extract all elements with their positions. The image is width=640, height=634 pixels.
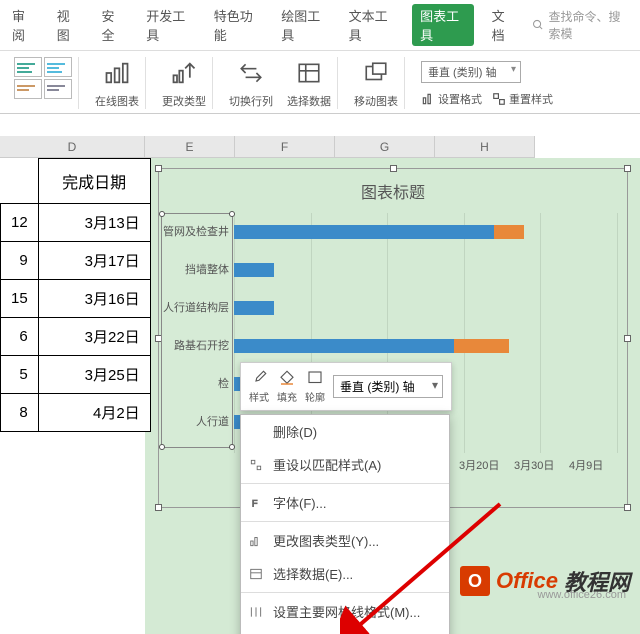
online-chart-button[interactable]: 在线图表 [95,57,139,109]
move-chart-button[interactable]: 移动图表 [354,57,398,109]
menu-minor-gridlines[interactable]: 设置次要网格线格式(N)... [241,628,449,634]
x-axis-label[interactable]: 3月20日 [459,457,499,473]
data-icon [249,567,263,581]
table-cell[interactable]: 6 [1,318,39,356]
table-cell[interactable]: 12 [1,204,39,242]
y-axis-label[interactable]: 人行道结构层 [159,299,229,315]
outline-icon [305,369,325,387]
reset-icon [249,458,263,472]
tab-view[interactable]: 视图 [53,4,84,46]
mini-axis-dropdown[interactable]: 垂直 (类别) 轴 [333,375,443,398]
y-axis-label[interactable]: 路基石开挖 [159,337,229,353]
table-cell[interactable]: 3月16日 [38,280,150,318]
x-axis-label[interactable]: 3月30日 [514,457,554,473]
set-format-button[interactable]: 设置格式 [421,91,482,107]
chart-style-group [8,57,79,109]
select-data-icon [296,60,322,86]
watermark: O Office教程网 [460,565,630,597]
column-headers: D E F G H [0,136,535,158]
chart-type-icon [249,534,263,548]
tab-document[interactable]: 文档 [488,4,519,46]
style-button[interactable]: 样式 [249,369,269,404]
move-chart-icon [363,60,389,86]
chart-style-thumb-1[interactable] [14,57,42,77]
y-axis-label[interactable]: 检 [159,375,229,391]
fill-icon [277,369,297,387]
table-cell[interactable]: 3月25日 [38,356,150,394]
change-type-icon [170,59,198,87]
tab-review[interactable]: 审阅 [8,4,39,46]
change-type-button[interactable]: 更改类型 [162,57,206,109]
resize-handle[interactable] [390,165,397,172]
table-cell[interactable]: 3月13日 [38,204,150,242]
x-axis-label[interactable]: 4月9日 [569,457,603,473]
menu-major-gridlines[interactable]: 设置主要网格线格式(M)... [241,595,449,628]
table-cell[interactable]: 9 [1,242,39,280]
ribbon-tabs: 审阅 视图 安全 开发工具 特色功能 绘图工具 文本工具 图表工具 文档 查找命… [0,0,640,51]
switch-rowcol-button[interactable]: 切换行列 [229,57,273,109]
search-placeholder: 查找命令、搜索模 [549,8,633,42]
chart-title[interactable]: 图表标题 [159,169,627,213]
table-cell[interactable]: 3月22日 [38,318,150,356]
menu-font[interactable]: F字体(F)... [241,486,449,519]
tab-developer[interactable]: 开发工具 [142,4,195,46]
watermark-brand2: 教程网 [564,565,630,597]
table-cell[interactable]: 5 [1,356,39,394]
col-header-e[interactable]: E [145,136,235,158]
tab-drawing[interactable]: 绘图工具 [277,4,330,46]
table-header[interactable]: 完成日期 [38,159,150,204]
grid-icon [249,605,263,619]
col-header-d[interactable]: D [0,136,145,158]
font-icon: F [249,496,263,510]
office-logo-icon: O [460,566,490,596]
reset-icon [492,92,506,106]
tab-text[interactable]: 文本工具 [345,4,398,46]
table-cell[interactable]: 4月2日 [38,394,150,432]
switch-icon [238,60,264,86]
y-axis-label[interactable]: 人行道 [159,413,229,429]
menu-select-data[interactable]: 选择数据(E)... [241,557,449,590]
resize-handle[interactable] [155,165,162,172]
search-icon [532,18,544,32]
axis-dropdown[interactable]: 垂直 (类别) 轴 [421,61,521,83]
table-cell[interactable]: 8 [1,394,39,432]
tab-security[interactable]: 安全 [98,4,129,46]
y-axis-label[interactable]: 管网及检查井 [159,223,229,239]
reset-format-button[interactable]: 重置样式 [492,91,553,107]
menu-delete[interactable]: 删除(D) [241,415,449,448]
y-axis-label[interactable]: 挡墙整体 [159,261,229,277]
table-cell[interactable]: 3月17日 [38,242,150,280]
select-data-button[interactable]: 选择数据 [287,57,331,109]
resize-handle[interactable] [624,504,631,511]
tab-chart-tools[interactable]: 图表工具 [412,4,473,46]
chart-style-thumb-2[interactable] [44,57,72,77]
format-icon [421,92,435,106]
table-cell[interactable]: 15 [1,280,39,318]
chart-toolbar: 在线图表 更改类型 切换行列 选择数据 移动图表 垂直 (类别) 轴 设置格式 … [0,51,640,114]
fill-button[interactable]: 填充 [277,369,297,404]
col-header-f[interactable]: F [235,136,335,158]
resize-handle[interactable] [624,165,631,172]
search-box[interactable]: 查找命令、搜索模 [532,8,632,42]
online-chart-icon [103,59,131,87]
watermark-brand: Office [496,568,558,594]
col-header-h[interactable]: H [435,136,535,158]
col-header-g[interactable]: G [335,136,435,158]
sheet-area: D E F G H 完成日期 123月13日 93月17日 153月16日 63… [0,114,640,634]
resize-handle[interactable] [155,504,162,511]
svg-text:F: F [252,498,258,508]
brush-icon [249,369,269,387]
tab-features[interactable]: 特色功能 [210,4,263,46]
chart-style-thumb-4[interactable] [44,79,72,99]
mini-toolbar: 样式 填充 轮廓 垂直 (类别) 轴 [240,362,452,411]
chart-style-thumb-3[interactable] [14,79,42,99]
menu-reset-style[interactable]: 重设以匹配样式(A) [241,448,449,481]
outline-button[interactable]: 轮廓 [305,369,325,404]
menu-change-chart-type[interactable]: 更改图表类型(Y)... [241,524,449,557]
context-menu: 删除(D) 重设以匹配样式(A) F字体(F)... 更改图表类型(Y)... … [240,414,450,634]
data-table: 完成日期 123月13日 93月17日 153月16日 63月22日 53月25… [0,158,151,432]
